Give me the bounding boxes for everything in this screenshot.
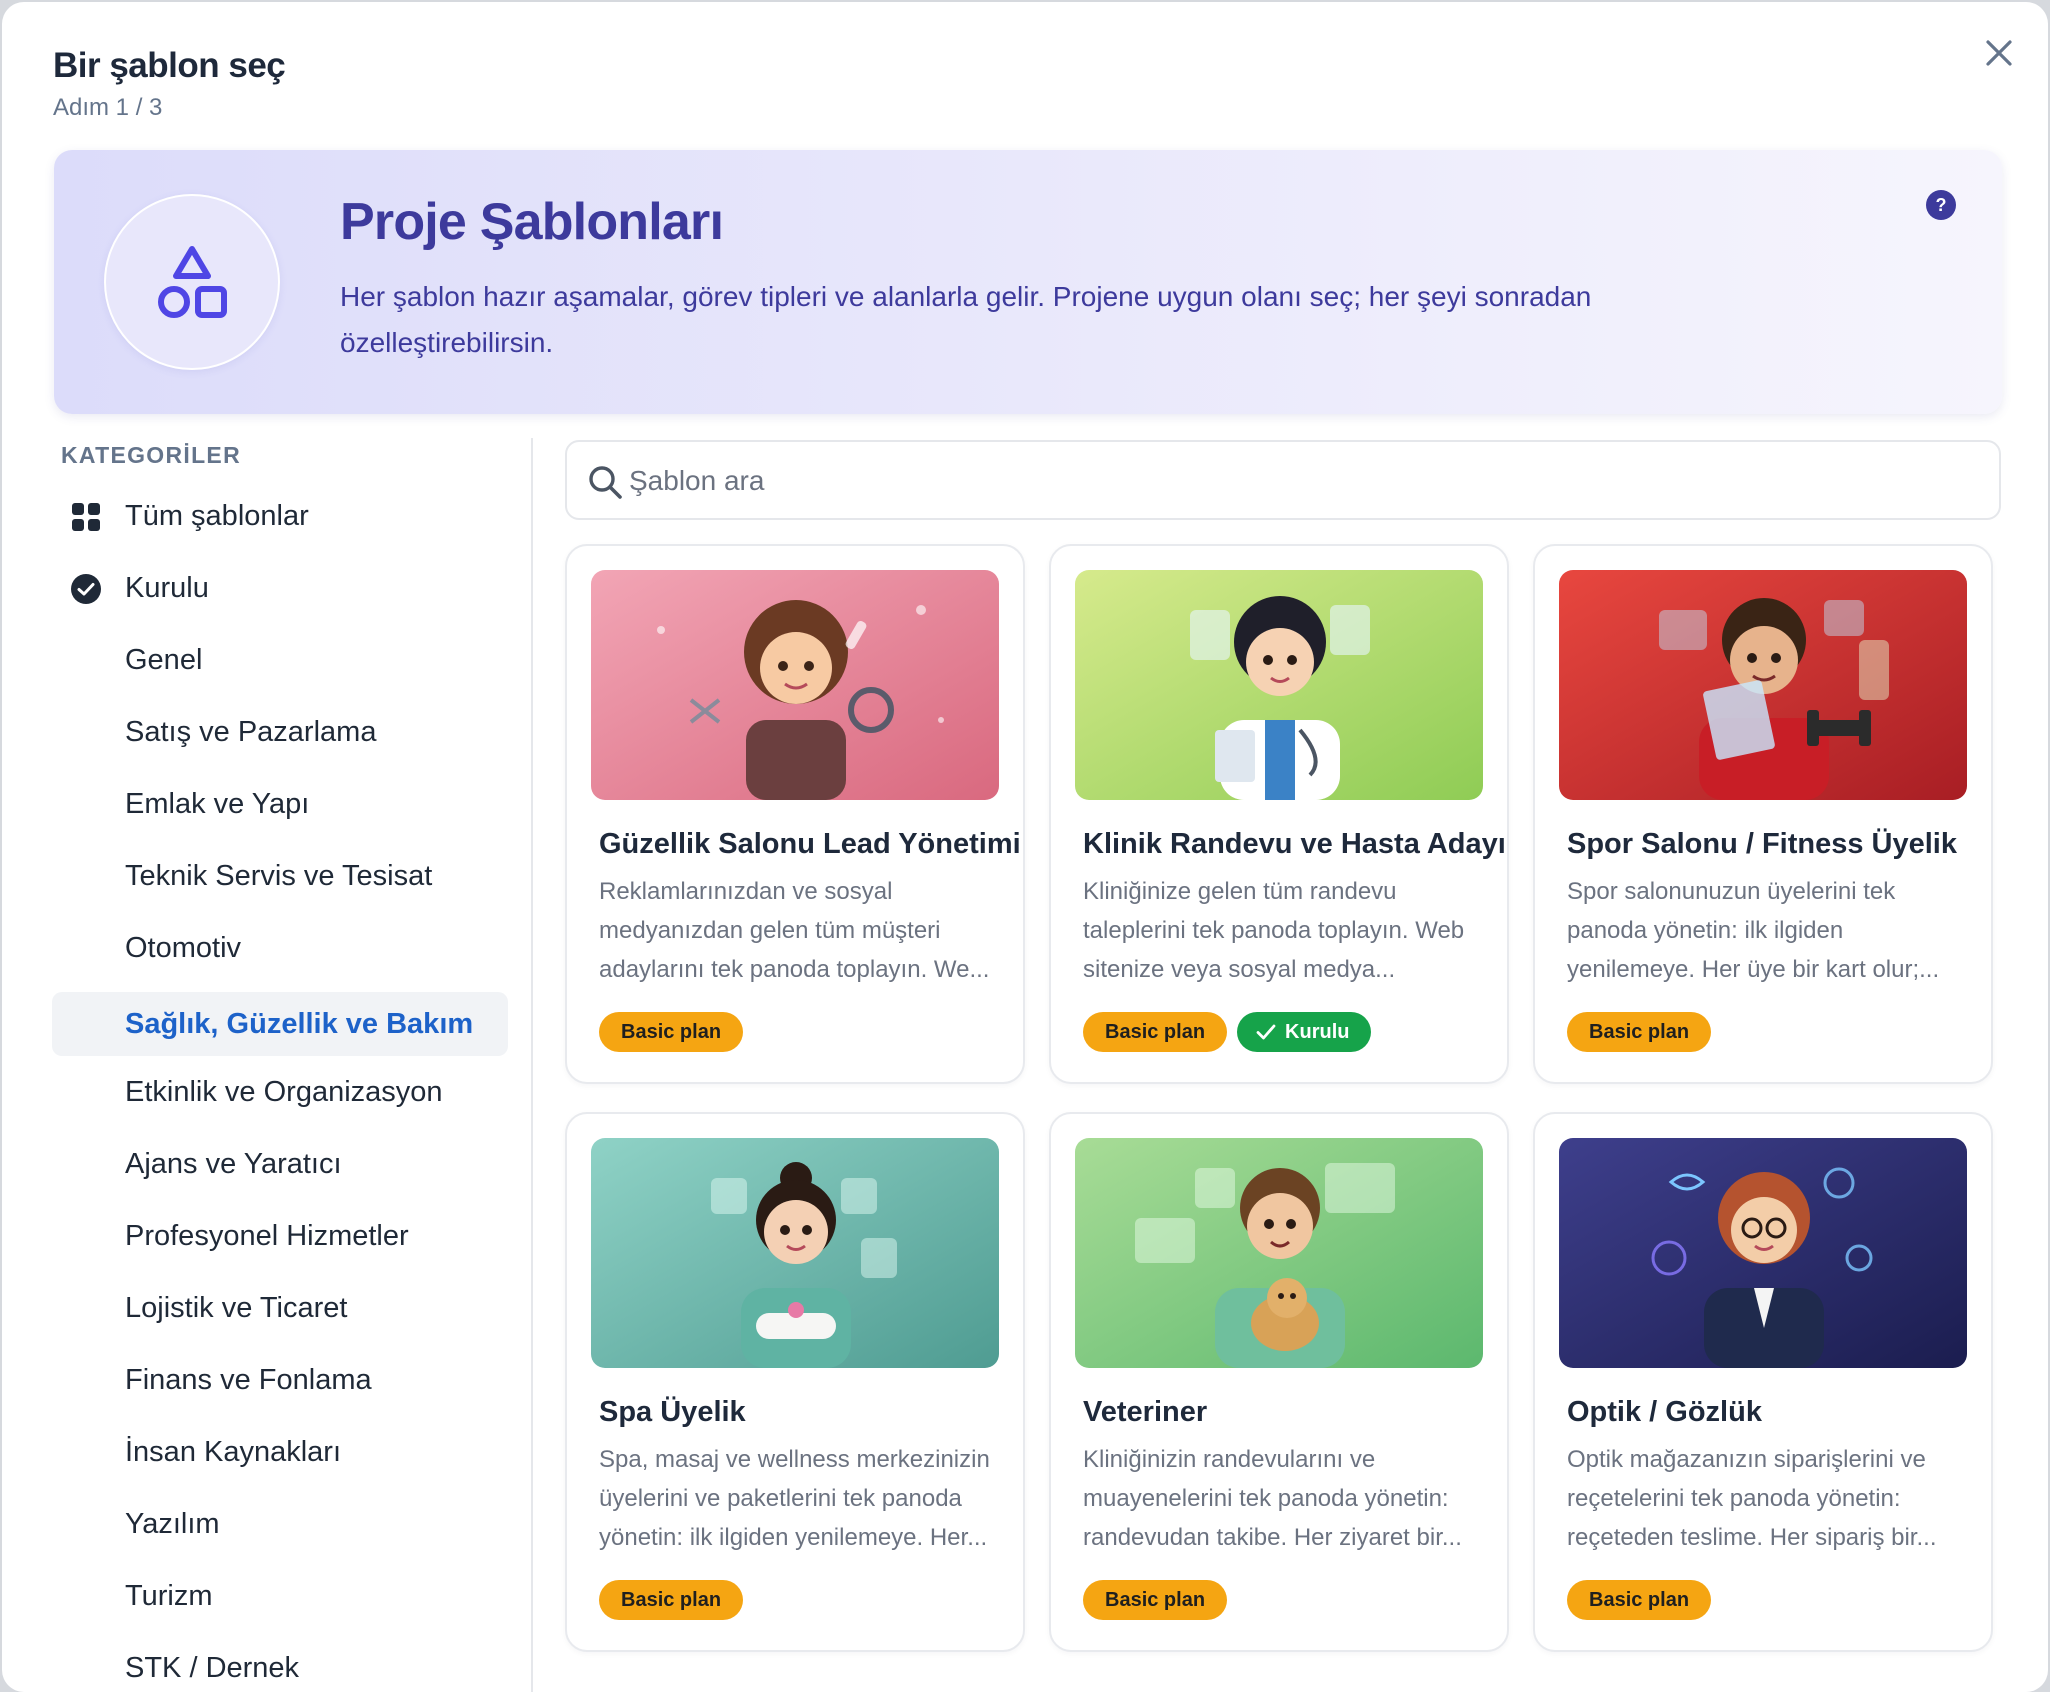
sidebar-item-label: Lojistik ve Ticaret [125, 1291, 348, 1324]
template-image [591, 1138, 999, 1368]
sidebar-item-installed[interactable]: Kurulu [52, 556, 508, 620]
sidebar-item-label: Ajans ve Yaratıcı [125, 1147, 342, 1180]
sidebar-item-technical-service[interactable]: Teknik Servis ve Tesisat [52, 844, 508, 908]
plan-badge: Basic plan [599, 1580, 744, 1620]
template-badges: Basic plan [1567, 1012, 1712, 1052]
help-button[interactable]: ? [1926, 190, 1956, 220]
installed-label: Kurulu [1285, 1020, 1350, 1043]
plan-badge: Basic plan [1567, 1580, 1712, 1620]
plan-badge: Basic plan [1083, 1012, 1228, 1052]
hero-icon-circle [104, 194, 280, 370]
sidebar-item-real-estate[interactable]: Emlak ve Yapı [52, 772, 508, 836]
sidebar-item-label: Finans ve Fonlama [125, 1363, 372, 1396]
sidebar-item-label: Teknik Servis ve Tesisat [125, 859, 433, 892]
template-search [565, 440, 2001, 520]
sidebar-item-sales-marketing[interactable]: Satış ve Pazarlama [52, 700, 508, 764]
installed-badge: Kurulu [1237, 1012, 1372, 1052]
sidebar-item-label: Kurulu [125, 571, 209, 604]
template-description: Reklamlarınızdan ve sosyal medyanızdan g… [599, 878, 990, 983]
sidebar-item-agency[interactable]: Ajans ve Yaratıcı [52, 1132, 508, 1196]
sidebar-item-label: Genel [125, 643, 203, 676]
sidebar-item-automotive[interactable]: Otomotiv [52, 916, 508, 980]
sidebar-item-health-beauty[interactable]: Sağlık, Güzellik ve Bakım [52, 992, 508, 1056]
sidebar-item-ngo[interactable]: STK / Dernek [52, 1636, 508, 1692]
template-badges: Basic plan [599, 1012, 744, 1052]
grid-icon [70, 501, 102, 533]
template-description: Optik mağazanızın siparişlerini ve reçet… [1567, 1446, 1937, 1551]
sidebar-item-logistics[interactable]: Lojistik ve Ticaret [52, 1276, 508, 1340]
sidebar-item-events[interactable]: Etkinlik ve Organizasyon [52, 1060, 508, 1124]
plan-badge: Basic plan [1567, 1012, 1712, 1052]
template-card-veterinary[interactable]: Veteriner Kliniğinizin randevularını ve … [1049, 1112, 1509, 1652]
template-image [1559, 1138, 1967, 1368]
hero-title: Proje Şablonları [340, 193, 724, 251]
template-picker-modal: Bir şablon seç Adım 1 / 3 Proje Şablonla… [2, 2, 2048, 1692]
sidebar-item-label: Satış ve Pazarlama [125, 715, 377, 748]
sidebar-item-label: Tüm şablonlar [125, 499, 309, 532]
template-badges: Basic plan [1567, 1580, 1712, 1620]
sidebar-item-tourism[interactable]: Turizm [52, 1564, 508, 1628]
sidebar-item-label: STK / Dernek [125, 1651, 300, 1684]
template-title: Spor Salonu / Fitness Üyelik [1567, 828, 1957, 860]
sidebar-item-general[interactable]: Genel [52, 628, 508, 692]
plan-badge: Basic plan [1083, 1580, 1228, 1620]
template-title: Klinik Randevu ve Hasta Adayı [1083, 828, 1506, 860]
sidebar-item-label: Turizm [125, 1579, 213, 1612]
template-description: Kliniğinizin randevularını ve muayeneler… [1083, 1446, 1462, 1551]
template-title: Güzellik Salonu Lead Yönetimi [599, 828, 1021, 860]
template-image [591, 570, 999, 800]
template-card-fitness[interactable]: Spor Salonu / Fitness Üyelik Spor salonu… [1533, 544, 1993, 1084]
sidebar-item-software[interactable]: Yazılım [52, 1492, 508, 1556]
sidebar-item-professional-services[interactable]: Profesyonel Hizmetler [52, 1204, 508, 1268]
template-card-spa[interactable]: Spa Üyelik Spa, masaj ve wellness merkez… [565, 1112, 1025, 1652]
template-title: Optik / Gözlük [1567, 1396, 1762, 1428]
close-icon [1986, 40, 2012, 66]
shapes-icon [158, 246, 227, 318]
template-image [1075, 1138, 1483, 1368]
plan-badge: Basic plan [599, 1012, 744, 1052]
template-description: Spa, masaj ve wellness merkezinizin üyel… [599, 1446, 990, 1551]
template-card-optics[interactable]: Optik / Gözlük Optik mağazanızın sipariş… [1533, 1112, 1993, 1652]
sidebar-item-all-templates[interactable]: Tüm şablonlar [52, 484, 508, 548]
sidebar-item-label: Profesyonel Hizmetler [125, 1219, 409, 1252]
sidebar-divider [531, 438, 533, 1692]
step-indicator: Adım 1 / 3 [53, 94, 163, 121]
hero-banner: Proje Şablonları Her şablon hazır aşamal… [54, 150, 2002, 414]
template-title: Veteriner [1083, 1396, 1208, 1428]
template-description: Spor salonunuzun üyelerini tek panoda yö… [1567, 878, 1940, 983]
template-card-clinic[interactable]: Klinik Randevu ve Hasta Adayı Kliniğiniz… [1049, 544, 1509, 1084]
categories-heading: KATEGORİLER [61, 442, 241, 468]
template-card-beauty-salon[interactable]: Güzellik Salonu Lead Yönetimi Reklamları… [565, 544, 1025, 1084]
sidebar-item-label: Emlak ve Yapı [125, 787, 310, 820]
template-image [1559, 570, 1967, 800]
template-badges: Basic plan Kurulu [1083, 1012, 1372, 1052]
sidebar-item-finance[interactable]: Finans ve Fonlama [52, 1348, 508, 1412]
sidebar-item-label: Etkinlik ve Organizasyon [125, 1075, 443, 1108]
template-title: Spa Üyelik [599, 1396, 746, 1428]
close-button[interactable] [1978, 32, 2020, 74]
template-badges: Basic plan [1083, 1580, 1228, 1620]
sidebar-item-label: Sağlık, Güzellik ve Bakım [125, 1007, 474, 1040]
search-icon [587, 464, 623, 500]
sidebar-item-hr[interactable]: İnsan Kaynakları [52, 1420, 508, 1484]
check-icon [1256, 1024, 1276, 1040]
sidebar-item-label: İnsan Kaynakları [125, 1435, 342, 1468]
sidebar-item-label: Otomotiv [125, 931, 242, 964]
template-description: Kliniğinize gelen tüm randevu taleplerin… [1083, 878, 1465, 983]
modal-title: Bir şablon seç [53, 46, 286, 85]
template-badges: Basic plan [599, 1580, 744, 1620]
template-image [1075, 570, 1483, 800]
category-sidebar: KATEGORİLER Tüm şablonlar Kurulu Genel S… [52, 438, 532, 1692]
hero-description: Her şablon hazır aşamalar, görev tipleri… [340, 281, 1592, 358]
sidebar-item-label: Yazılım [125, 1507, 220, 1540]
check-circle-icon [70, 573, 102, 605]
search-input[interactable] [629, 456, 1969, 506]
